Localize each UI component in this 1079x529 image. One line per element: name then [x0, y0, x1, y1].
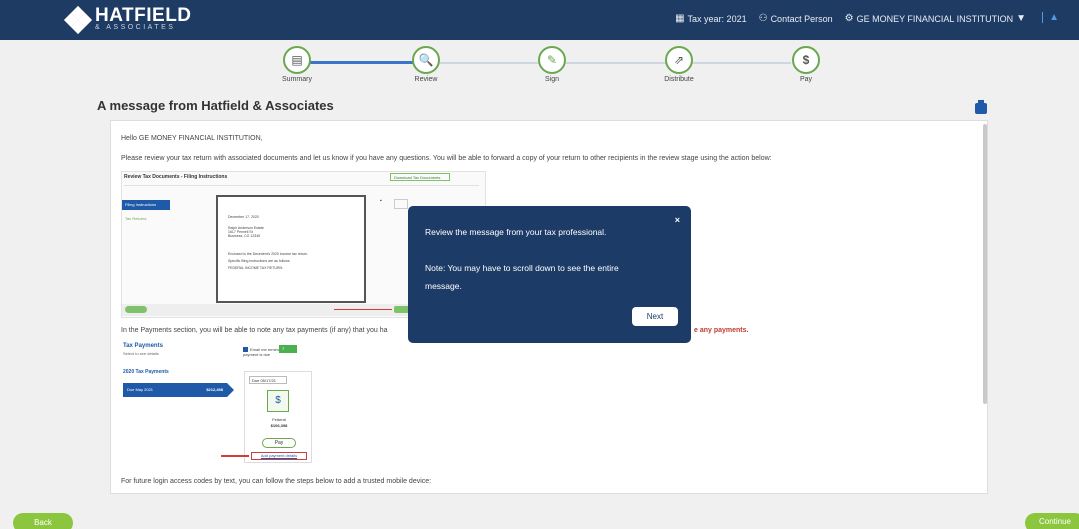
download-button: Download Tax Documents [390, 173, 450, 181]
contact-person-link[interactable]: ⚇ Contact Person [759, 13, 833, 24]
paper-line: December 17, 2020 [228, 215, 259, 219]
step-summary[interactable]: ▤ Summary [279, 46, 315, 83]
red-arrow [221, 455, 249, 457]
content-scrollbar[interactable] [983, 124, 987, 404]
top-bar: HATFIELD & ASSOCIATES ▦ Tax year: 2021 ⚇… [0, 0, 1079, 40]
step-label: Review [414, 76, 438, 83]
paper-line: Business, CO 12345 [228, 234, 261, 238]
document-page: December 17, 2020 Ralph Anderson Estate … [216, 195, 366, 303]
federal-amount: $106,398 [270, 423, 288, 428]
close-icon[interactable]: × [675, 215, 680, 225]
brand-logo[interactable]: HATFIELD & ASSOCIATES [63, 5, 192, 34]
email-reminder: Email me reminder payment is due [243, 347, 284, 357]
step-label: Pay [799, 76, 813, 83]
greeting-text: Hello GE MONEY FINANCIAL INSTITUTION, [121, 135, 263, 142]
stepper-track [566, 62, 666, 64]
tax-payments-subtitle: Select to see details [123, 351, 159, 356]
step-distribute[interactable]: ⇗ Distribute [661, 46, 697, 83]
bank-dollar-icon: $ [267, 390, 289, 412]
print-icon[interactable] [975, 100, 987, 114]
user-icon[interactable]: ▲ [1042, 12, 1059, 23]
step-pay[interactable]: $ Pay [788, 46, 824, 83]
stepper-track [440, 62, 540, 64]
contact-person-label: Contact Person [770, 13, 833, 24]
step-label: Distribute [664, 76, 694, 83]
due-row: Due May 2021 $212,498 [123, 383, 234, 397]
paper-line: Specific filing instructions are as foll… [228, 259, 291, 263]
tooltip-line-2: Note: You may have to scroll down to see… [425, 263, 619, 273]
paper-line: FEDERAL INCOME TAX RETURN: [228, 266, 283, 270]
stepper-track-active [309, 61, 418, 64]
login-text: For future login access codes by text, y… [121, 478, 432, 485]
payments-text: In the Payments section, you will be abl… [121, 327, 388, 334]
document-icon: ▤ [283, 46, 311, 74]
client-selector[interactable]: ⚙ GE MONEY FINANCIAL INSTITUTION ▼ [845, 13, 1029, 24]
tooltip-line-3: message. [425, 281, 462, 291]
gear-icon: ⚙ [844, 13, 854, 24]
top-nav: ▦ Tax year: 2021 ⚇ Contact Person ⚙ GE M… [663, 12, 1059, 24]
stepper-track [691, 62, 791, 64]
screenshot-header: Review Tax Documents - Filing Instructio… [124, 174, 228, 180]
tour-tooltip: × Review the message from your tax profe… [408, 206, 691, 343]
sidebar-item-returns: Tax Returns [125, 216, 147, 221]
pen-icon: ✎ [538, 46, 566, 74]
sidebar-item-filing: Filing Instructions [122, 200, 170, 210]
add-payment-details: Add payment details [251, 452, 307, 460]
magnify-document-icon: 🔍 [412, 46, 440, 74]
share-document-icon: ⇗ [665, 46, 693, 74]
page-marker: ▪ [380, 198, 382, 204]
tax-year-selector[interactable]: ▦ Tax year: 2021 [675, 13, 747, 24]
intro-text: Please review your tax return with assoc… [121, 155, 772, 162]
paper-line: Enclosed is the Decedent's 2020 income t… [228, 252, 308, 256]
page-thumbnail [394, 199, 408, 209]
step-sign[interactable]: ✎ Sign [534, 46, 570, 83]
due-label: Due May 2021 [127, 387, 154, 392]
due-amount: $212,498 [206, 387, 223, 392]
logo-mark-icon [63, 5, 93, 34]
tooltip-line-1: Review the message from your tax profess… [425, 227, 607, 237]
next-button[interactable]: Next [632, 307, 678, 326]
tax-payments-title: Tax Payments [123, 343, 163, 349]
caret-down-icon: ▼ [1016, 13, 1026, 24]
tax-payments-screenshot: Tax Payments Select to see details 2020 … [119, 339, 319, 469]
step-review[interactable]: 🔍 Review [408, 46, 444, 83]
pay-button-preview: Pay [262, 438, 296, 448]
back-button[interactable]: Back [13, 513, 73, 529]
payment-card: Due 05/17/21 $ Federal $106,398 Pay Add … [244, 371, 312, 463]
continue-button[interactable]: Continue [1025, 513, 1079, 529]
due-date: Due 05/17/21 [249, 376, 287, 384]
payments-year: 2020 Tax Payments [123, 369, 169, 375]
payments-text-red: e any payments. [694, 327, 749, 334]
dollar-icon: $ [792, 46, 820, 74]
red-arrow [334, 309, 392, 310]
progress-stepper: ▤ Summary 🔍 Review ✎ Sign ⇗ Distribute $… [0, 40, 1079, 90]
step-label: Summary [282, 76, 312, 83]
viewer-back-button [125, 306, 147, 313]
federal-label: Federal [272, 417, 286, 422]
email-label-2: payment is due [243, 352, 271, 358]
page-title: A message from Hatfield & Associates [97, 98, 334, 113]
client-name: GE MONEY FINANCIAL INSTITUTION [856, 13, 1014, 24]
step-label: Sign [544, 76, 559, 83]
tax-year-label: Tax year: 2021 [687, 13, 747, 24]
person-icon: ⚇ [758, 13, 768, 24]
calendar-icon: ▦ [675, 13, 685, 24]
viewer-toolbar [124, 185, 479, 188]
brand-name: HATFIELD [95, 5, 192, 26]
reminder-days: 7 [279, 345, 297, 353]
